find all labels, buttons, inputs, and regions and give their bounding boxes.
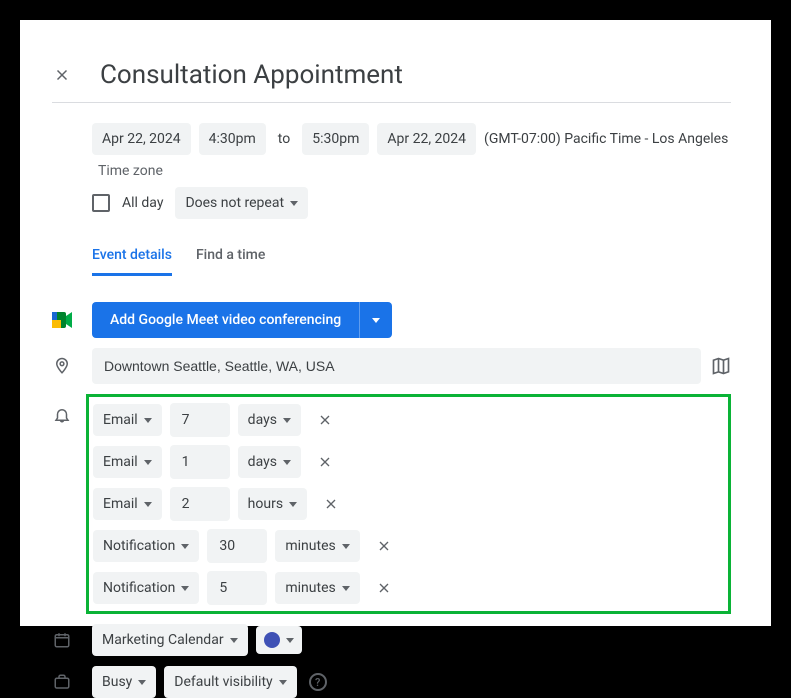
google-meet-icon — [52, 312, 72, 328]
notification-method-dropdown[interactable]: Email — [93, 404, 162, 436]
notification-amount-input[interactable] — [170, 487, 230, 521]
notification-unit-dropdown[interactable]: minutes — [275, 530, 359, 562]
remove-notification-button[interactable] — [309, 446, 341, 478]
end-date-field[interactable]: Apr 22, 2024 — [377, 123, 476, 155]
remove-notification-button[interactable] — [368, 530, 400, 562]
notification-item: Email days — [93, 445, 724, 479]
notification-item: Email hours — [93, 487, 724, 521]
timezone-display: (GMT-07:00) Pacific Time - Los Angeles — [484, 131, 728, 147]
chevron-down-icon — [230, 638, 238, 643]
notification-amount-input[interactable] — [207, 571, 267, 605]
bell-icon — [53, 406, 71, 424]
color-dropdown[interactable] — [256, 626, 302, 654]
location-input[interactable] — [92, 348, 701, 384]
notifications-highlight-box: Email days Email days Email h — [86, 394, 731, 614]
availability-dropdown[interactable]: Busy — [92, 666, 156, 698]
notification-unit-dropdown[interactable]: days — [238, 404, 301, 436]
chevron-down-icon — [181, 586, 189, 591]
add-meet-button-group: Add Google Meet video conferencing — [92, 302, 392, 338]
chevron-down-icon — [283, 418, 291, 423]
chevron-down-icon — [286, 638, 294, 643]
allday-checkbox[interactable] — [92, 194, 110, 212]
recurrence-label: Does not repeat — [185, 195, 284, 211]
chevron-down-icon — [342, 586, 350, 591]
close-icon[interactable] — [52, 65, 72, 85]
chevron-down-icon — [138, 680, 146, 685]
end-time-field[interactable]: 5:30pm — [302, 123, 369, 155]
chevron-down-icon — [283, 460, 291, 465]
notification-unit-dropdown[interactable]: minutes — [275, 572, 359, 604]
recurrence-dropdown[interactable]: Does not repeat — [175, 187, 308, 219]
notification-amount-input[interactable] — [170, 445, 230, 479]
chevron-down-icon — [372, 318, 380, 323]
add-meet-button[interactable]: Add Google Meet video conferencing — [92, 302, 359, 338]
calendar-dropdown[interactable]: Marketing Calendar — [92, 624, 248, 656]
tab-find-a-time[interactable]: Find a time — [196, 247, 265, 276]
allday-label: All day — [118, 195, 167, 211]
calendar-row: Marketing Calendar — [52, 624, 731, 656]
to-label: to — [274, 131, 294, 147]
availability-row: Busy Default visibility ? — [52, 666, 731, 698]
notification-item: Email days — [93, 403, 724, 437]
notification-unit-dropdown[interactable]: hours — [238, 488, 307, 520]
notification-method-dropdown[interactable]: Email — [93, 488, 162, 520]
location-row — [52, 348, 731, 384]
tabs-row: Event details Find a time — [52, 247, 731, 294]
notification-amount-input[interactable] — [207, 529, 267, 563]
start-time-field[interactable]: 4:30pm — [199, 123, 266, 155]
visibility-help-icon[interactable]: ? — [309, 673, 327, 691]
calendar-icon — [53, 631, 71, 649]
datetime-row: Apr 22, 2024 4:30pm to 5:30pm Apr 22, 20… — [52, 123, 731, 179]
timezone-link[interactable]: Time zone — [98, 163, 163, 179]
chevron-down-icon — [144, 460, 152, 465]
notification-method-dropdown[interactable]: Notification — [93, 572, 199, 604]
briefcase-icon — [53, 673, 71, 691]
start-date-field[interactable]: Apr 22, 2024 — [92, 123, 191, 155]
notification-item: Notification minutes — [93, 529, 724, 563]
chevron-down-icon — [289, 502, 297, 507]
visibility-dropdown[interactable]: Default visibility — [164, 666, 296, 698]
tab-event-details[interactable]: Event details — [92, 247, 172, 276]
header: Consultation Appointment — [52, 60, 731, 103]
event-title[interactable]: Consultation Appointment — [100, 60, 403, 90]
remove-notification-button[interactable] — [309, 404, 341, 436]
video-conferencing-row: Add Google Meet video conferencing — [52, 302, 731, 338]
map-icon[interactable] — [711, 356, 731, 376]
notification-unit-dropdown[interactable]: days — [238, 446, 301, 478]
chevron-down-icon — [181, 544, 189, 549]
location-pin-icon — [53, 357, 71, 375]
meet-dropdown-button[interactable] — [359, 302, 392, 338]
chevron-down-icon — [144, 502, 152, 507]
allday-row: All day Does not repeat — [52, 187, 731, 219]
chevron-down-icon — [279, 680, 287, 685]
notification-method-dropdown[interactable]: Notification — [93, 530, 199, 562]
notification-method-dropdown[interactable]: Email — [93, 446, 162, 478]
chevron-down-icon — [144, 418, 152, 423]
remove-notification-button[interactable] — [315, 488, 347, 520]
chevron-down-icon — [290, 201, 298, 206]
chevron-down-icon — [342, 544, 350, 549]
notification-item: Notification minutes — [93, 571, 724, 605]
remove-notification-button[interactable] — [368, 572, 400, 604]
event-editor-panel: Consultation Appointment Apr 22, 2024 4:… — [20, 20, 771, 626]
notification-amount-input[interactable] — [170, 403, 230, 437]
notifications-row: Email days Email days Email h — [52, 394, 731, 614]
